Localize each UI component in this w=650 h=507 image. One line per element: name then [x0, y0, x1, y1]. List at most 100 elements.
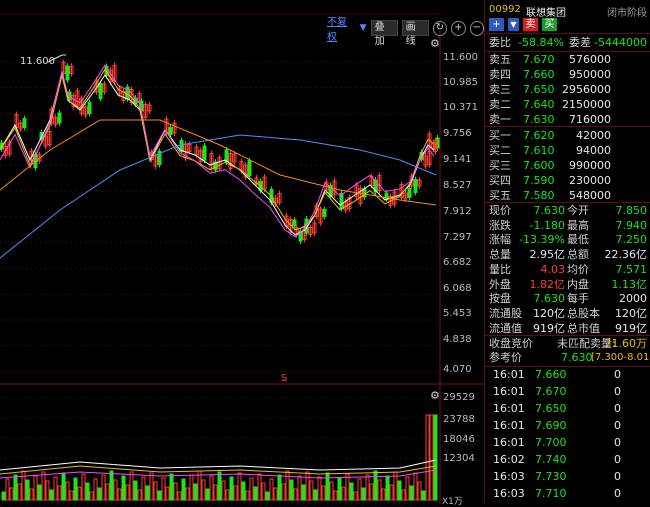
- price-tick-label: 6.068: [443, 283, 472, 294]
- stat-label: 均价: [567, 262, 589, 276]
- bid-label: 买五: [489, 189, 511, 202]
- settings-gear-icon[interactable]: ⚙: [430, 37, 440, 50]
- watchlist-dropdown-icon[interactable]: ▼: [508, 18, 519, 31]
- reference-price-row: 参考价 7.630 [7.300-8.010]: [485, 350, 650, 365]
- bid-price: 7.610: [523, 144, 555, 157]
- trade-volume: 0: [614, 436, 621, 449]
- ask-label: 卖五: [489, 53, 511, 66]
- price-tick-label: 11.600: [443, 52, 478, 63]
- ma10-line: [0, 68, 435, 231]
- volume-bar: [109, 470, 114, 501]
- volume-bar: [129, 471, 134, 501]
- trade-time: 16:02: [493, 453, 525, 466]
- volume-bar: [133, 480, 138, 501]
- volume-bar: [265, 491, 270, 501]
- stat-label: 今开: [567, 204, 589, 217]
- trade-volume: 0: [614, 368, 621, 381]
- volume-bar: [61, 472, 66, 501]
- volume-bar: [273, 487, 278, 501]
- buy-button[interactable]: 买: [542, 18, 557, 31]
- volume-bar: [213, 484, 218, 501]
- stat-value: 7.571: [615, 262, 648, 276]
- ask-row: 卖三 7.650 2956000: [485, 82, 650, 97]
- volume-bar: [249, 477, 254, 501]
- candle: [202, 145, 207, 161]
- stats-row: 现价 7.630 今开 7.850: [485, 203, 650, 218]
- stat-label: 总市值: [567, 321, 600, 335]
- volume-bar: [401, 489, 406, 501]
- volume-bar: [317, 476, 322, 501]
- dropdown-arrow-icon[interactable]: ▼: [360, 23, 367, 33]
- stat-value: 1.82亿: [529, 277, 566, 291]
- order-ratio-value: -58.84%: [518, 36, 564, 49]
- draw-line-button[interactable]: 画线: [401, 20, 429, 47]
- volume-settings-gear-icon[interactable]: ⚙: [430, 389, 440, 402]
- trade-time: 16:03: [493, 470, 525, 483]
- volume-bar: [101, 474, 106, 501]
- volume-bar: [65, 481, 70, 501]
- volume-bar: [105, 483, 110, 501]
- bid-price: 7.580: [523, 189, 555, 202]
- high-price-annotation: 11.600: [20, 56, 55, 67]
- stat-value: 2.95亿: [529, 248, 566, 262]
- volume-bar: [261, 482, 266, 501]
- volume-bar: [269, 478, 274, 501]
- stat-label: 每手: [567, 292, 589, 306]
- trade-row: 16:01 7.650 0: [485, 401, 650, 416]
- kline-chart[interactable]: [0, 0, 484, 504]
- trade-row: 16:03 7.710 0: [485, 486, 650, 501]
- price-tick-label: 8.527: [443, 180, 472, 191]
- trade-price: 7.690: [535, 419, 567, 432]
- volume-bar: [365, 474, 370, 501]
- bid-price: 7.600: [523, 159, 555, 172]
- stat-label: 总股本: [567, 306, 600, 320]
- stat-label: 流通股: [489, 306, 522, 320]
- volume-bar: [181, 478, 186, 501]
- stat-value: 7.630: [533, 292, 566, 306]
- refresh-icon[interactable]: ↻: [432, 20, 448, 36]
- bid-row: 买三 7.600 990000: [485, 158, 650, 173]
- overlay-button[interactable]: 叠加: [370, 20, 398, 47]
- trade-volume: 0: [614, 419, 621, 432]
- trade-time: 16:01: [493, 385, 525, 398]
- stat-label: 现价: [489, 204, 511, 217]
- zoom-out-button[interactable]: −: [469, 20, 484, 36]
- bid-row: 买五 7.580 548000: [485, 188, 650, 203]
- volume-bar: [189, 474, 194, 501]
- ma20-line: [0, 64, 435, 238]
- volume-bar: [233, 485, 238, 501]
- stat-label: 涨幅: [489, 233, 511, 247]
- ask-price: 7.630: [523, 113, 555, 126]
- volume-bar: [77, 486, 82, 501]
- stat-label: 总量: [489, 248, 511, 262]
- volume-bar: [417, 481, 422, 501]
- volume-bar: [413, 472, 418, 501]
- volume-bar: [369, 483, 374, 501]
- volume-bar: [313, 489, 318, 501]
- trade-volume: 0: [614, 487, 621, 500]
- candle: [87, 102, 92, 114]
- stat-value: -1.180: [529, 218, 565, 232]
- zoom-in-button[interactable]: +: [451, 20, 466, 36]
- volume-bar: [193, 483, 198, 501]
- volume-bar: [297, 475, 302, 501]
- ask-price: 7.640: [523, 98, 555, 111]
- volume-bar: [217, 471, 222, 501]
- volume-bar: [433, 414, 438, 501]
- volume-bar: [29, 488, 34, 501]
- add-watchlist-button[interactable]: +: [489, 18, 504, 31]
- dividend-marker-icon[interactable]: S: [281, 373, 287, 384]
- restore-rights-dropdown[interactable]: 不复权: [327, 13, 356, 43]
- volume-bar: [209, 475, 214, 501]
- stat-label: 最低: [567, 233, 589, 247]
- trade-time: 16:01: [493, 419, 525, 432]
- stat-label: 按盘: [489, 292, 511, 306]
- volume-bar: [229, 476, 234, 501]
- volume-bar: [373, 470, 378, 501]
- volume-bar: [289, 479, 294, 501]
- kline-chart-area[interactable]: 不复权 ▼ 叠加 画线 ↻ + − ⚙ ⚙ S 11.600 10.985 10.3…: [0, 0, 484, 507]
- bid-label: 买二: [489, 144, 511, 157]
- stats-row: 外盘 1.82亿 内盘 1.13亿: [485, 277, 650, 292]
- bid-label: 买三: [489, 159, 511, 172]
- sell-button[interactable]: 卖: [523, 18, 538, 31]
